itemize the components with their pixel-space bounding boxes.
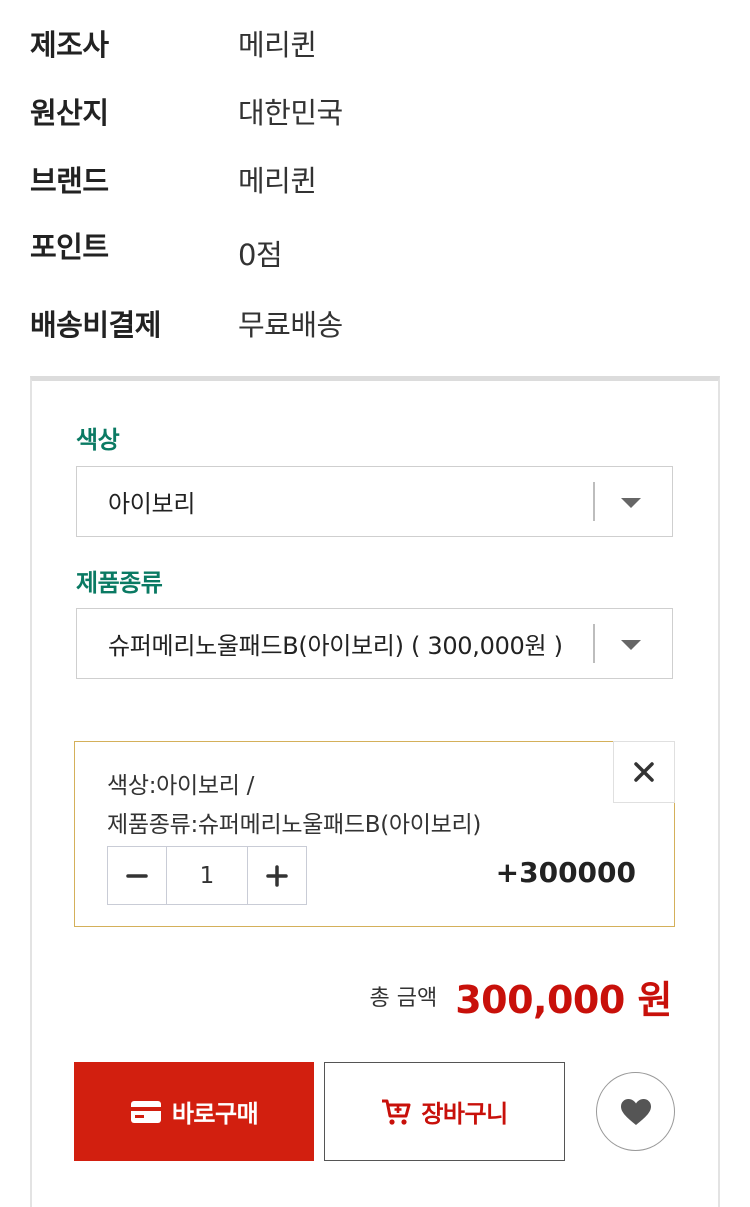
info-label: 제조사 — [30, 28, 109, 62]
card-icon — [130, 1100, 161, 1123]
info-label: 원산지 — [30, 96, 109, 130]
buy-now-button[interactable]: 바로구매 — [74, 1062, 314, 1161]
info-row-brand: 브랜드 메리퀸 — [30, 154, 710, 204]
info-value: 0점 — [238, 238, 283, 272]
quantity-increase-button[interactable] — [247, 847, 306, 904]
info-label: 배송비결제 — [30, 308, 161, 342]
select-divider — [593, 482, 595, 521]
wishlist-button[interactable] — [596, 1072, 675, 1151]
product-type-select[interactable]: 슈퍼메리노울패드B(아이보리) ( 300,000원 ) — [76, 608, 673, 679]
selected-item-price: +300000 — [495, 856, 636, 889]
info-label: 포인트 — [30, 230, 109, 264]
quantity-decrease-button[interactable] — [108, 847, 167, 904]
select-divider — [593, 624, 595, 663]
info-row-manufacturer: 제조사 메리퀸 — [30, 18, 710, 68]
cart-plus-icon — [382, 1099, 411, 1125]
chevron-down-icon — [621, 640, 641, 650]
selected-item-color: 색상:아이보리 / — [107, 773, 255, 799]
selected-item-type: 제품종류:슈퍼메리노울패드B(아이보리) — [107, 812, 482, 838]
info-value: 메리퀸 — [238, 28, 317, 62]
product-type-option-label: 제품종류 — [76, 569, 163, 597]
info-value: 메리퀸 — [238, 164, 317, 198]
info-row-points: 포인트 0점 — [30, 222, 710, 272]
total-price-row: 총 금액 300,000 원 — [370, 966, 673, 1026]
heart-icon — [620, 1098, 651, 1125]
quantity-stepper: 1 — [107, 846, 307, 905]
buy-now-label: 바로구매 — [171, 1100, 259, 1128]
info-value: 무료배송 — [238, 308, 343, 342]
color-select-value: 아이보리 — [108, 490, 196, 518]
color-option-label: 색상 — [76, 426, 120, 454]
color-select[interactable]: 아이보리 — [76, 466, 673, 537]
close-icon — [634, 762, 654, 782]
info-label: 브랜드 — [30, 164, 109, 198]
selected-item: 색상:아이보리 / 제품종류:슈퍼메리노울패드B(아이보리) 1 +300000 — [74, 741, 675, 927]
total-label: 총 금액 — [369, 986, 438, 1011]
info-row-shipping: 배송비결제 무료배송 — [30, 298, 710, 348]
total-value: 300,000 원 — [455, 977, 672, 1022]
remove-item-button[interactable] — [613, 741, 675, 803]
quantity-input[interactable]: 1 — [167, 847, 247, 904]
add-to-cart-label: 장바구니 — [421, 1100, 508, 1128]
chevron-down-icon — [621, 498, 641, 508]
add-to-cart-button[interactable]: 장바구니 — [324, 1062, 565, 1161]
product-type-select-value: 슈퍼메리노울패드B(아이보리) ( 300,000원 ) — [108, 632, 563, 660]
minus-icon — [126, 873, 148, 878]
info-value: 대한민국 — [238, 96, 343, 130]
info-row-origin: 원산지 대한민국 — [30, 86, 710, 136]
plus-icon — [266, 864, 288, 887]
